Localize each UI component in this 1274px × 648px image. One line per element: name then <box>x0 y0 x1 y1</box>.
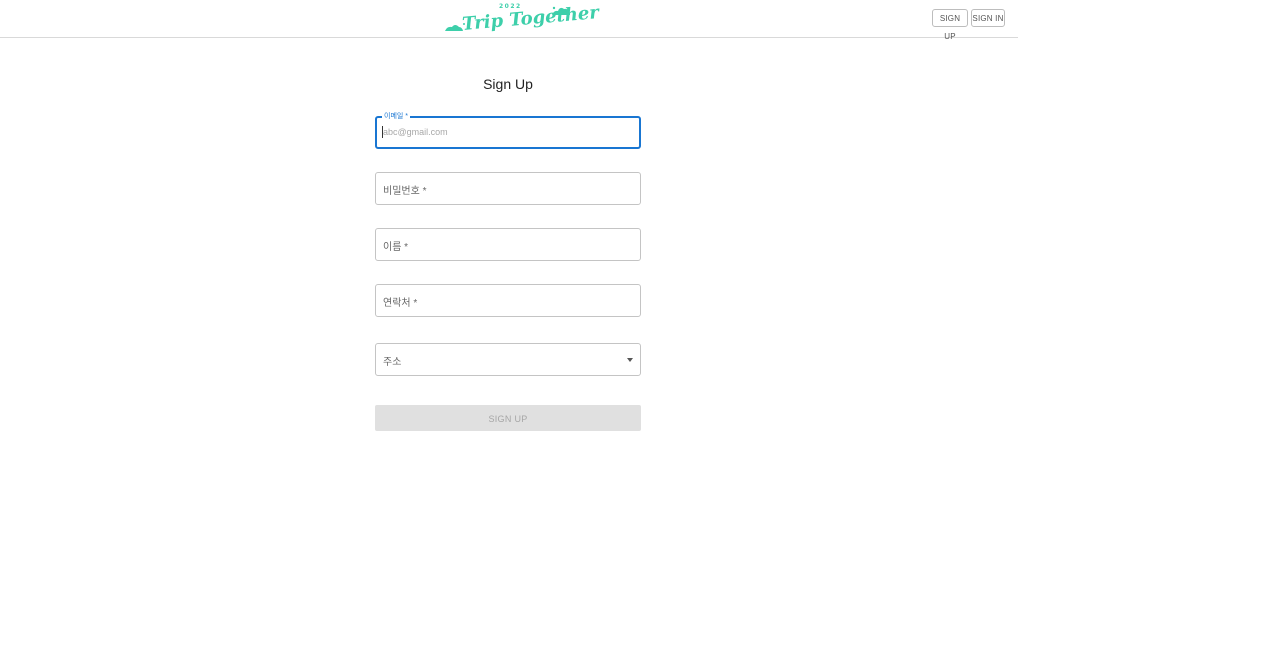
nav-signup-button[interactable]: SIGN UP <box>932 9 968 41</box>
caret-down-icon[interactable] <box>627 358 633 362</box>
name-field[interactable]: 이름 * <box>375 228 641 261</box>
email-placeholder: abc@gmail.com <box>383 127 448 137</box>
top-nav-bar: 2022 Trip Together SIGN UP SIGN IN <box>0 0 1018 41</box>
nav-signin-button[interactable]: SIGN IN <box>971 9 1005 27</box>
trip-together-logo[interactable]: 2022 Trip Together <box>444 2 600 35</box>
email-label: 이메일 * <box>382 111 410 121</box>
email-field[interactable]: 이메일 * abc@gmail.com <box>375 111 641 149</box>
phone-field[interactable]: 연락처 * <box>375 284 641 317</box>
page-title: Sign Up <box>483 76 533 92</box>
name-label: 이름 * <box>383 238 409 253</box>
signup-submit-button[interactable]: SIGN UP <box>375 405 641 431</box>
address-select[interactable]: 주소 <box>375 343 641 376</box>
password-label: 비밀번호 * <box>383 182 427 197</box>
phone-label: 연락처 * <box>383 294 418 309</box>
password-field[interactable]: 비밀번호 * <box>375 172 641 205</box>
address-label: 주소 <box>383 353 402 368</box>
